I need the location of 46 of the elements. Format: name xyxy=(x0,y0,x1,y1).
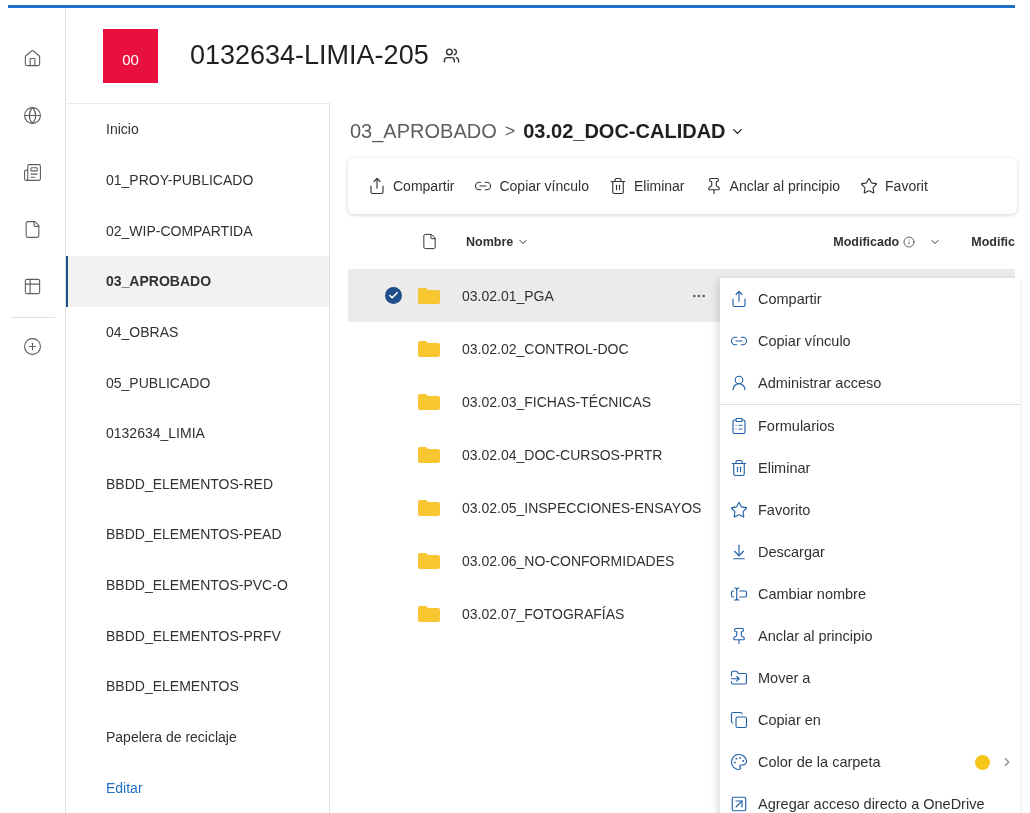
folder-name: 03.02.07_FOTOGRAFÍAS xyxy=(462,605,625,622)
toolbar-button[interactable]: Eliminar xyxy=(608,177,685,195)
toolbar-button[interactable]: Compartir xyxy=(368,177,455,195)
nav-item[interactable]: BBDD_ELEMENTOS xyxy=(66,661,329,712)
toolbar-button[interactable]: Copiar vínculo xyxy=(474,177,589,195)
folder-name: 03.02.04_DOC-CURSOS-PRTR xyxy=(462,446,663,463)
nav-item[interactable]: 03_APROBADO xyxy=(66,255,329,307)
breadcrumb-current[interactable]: 03.02_DOC-CALIDAD xyxy=(523,120,745,143)
menu-item[interactable]: Favorito xyxy=(720,489,1020,531)
nav-item[interactable]: BBDD_ELEMENTOS-PVC-O xyxy=(66,559,329,611)
nav-item[interactable]: Inicio xyxy=(66,104,329,155)
menu-item[interactable]: Mover a xyxy=(720,657,1020,699)
menu-item[interactable]: Copiar vínculo xyxy=(720,320,1020,362)
nav-item[interactable]: 02_WIP-COMPARTIDA xyxy=(66,205,329,256)
folder-name: 03.02.06_NO-CONFORMIDADES xyxy=(462,552,675,569)
folder-name: 03.02.02_CONTROL-DOC xyxy=(462,340,629,357)
toolbar-button[interactable]: Favorit xyxy=(860,177,928,195)
nav-item[interactable]: BBDD_ELEMENTOS-PEAD xyxy=(66,509,329,560)
nav-item[interactable]: BBDD_ELEMENTOS-PRFV xyxy=(66,610,329,662)
menu-item[interactable]: Copiar en xyxy=(720,699,1020,741)
breadcrumb-separator: > xyxy=(504,121,516,142)
folder-name: 03.02.05_INSPECCIONES-ENSAYOS xyxy=(462,499,702,516)
nav-item[interactable]: 0132634_LIMIA xyxy=(66,407,329,459)
menu-item[interactable]: Color de la carpeta xyxy=(720,741,1020,783)
folder-name: 03.02.03_FICHAS-TÉCNICAS xyxy=(462,393,652,410)
site-logo: 00 xyxy=(103,28,158,83)
folder-name: 03.02.01_PGA xyxy=(462,287,554,304)
menu-item[interactable]: Administrar acceso xyxy=(720,362,1020,404)
menu-item[interactable]: Anclar al principio xyxy=(720,615,1020,657)
menu-item[interactable]: Cambiar nombre xyxy=(720,573,1020,615)
nav-item[interactable]: BBDD_ELEMENTOS-RED xyxy=(66,458,329,510)
menu-item[interactable]: Descargar xyxy=(720,531,1020,573)
column-header[interactable]: Modificado xyxy=(833,234,942,249)
nav-item[interactable]: 05_PUBLICADO xyxy=(66,357,329,408)
nav-item[interactable]: Papelera de reciclaje xyxy=(66,711,329,763)
edit-link[interactable]: Editar xyxy=(66,762,329,813)
menu-item[interactable]: Eliminar xyxy=(720,447,1020,489)
column-header[interactable]: Modific xyxy=(971,234,1015,249)
nav-item[interactable]: 01_PROY-PUBLICADO xyxy=(66,154,329,206)
menu-item[interactable]: Formularios xyxy=(720,405,1020,447)
toolbar-button[interactable]: Anclar al principio xyxy=(704,177,841,195)
nav-item[interactable]: 04_OBRAS xyxy=(66,306,329,358)
site-title: 0132634-LIMIA-205 xyxy=(190,40,429,71)
breadcrumb-link[interactable]: 03_APROBADO xyxy=(350,120,497,143)
menu-item[interactable]: Agregar acceso directo a OneDrive xyxy=(720,783,1020,813)
column-header[interactable]: Nombre xyxy=(466,234,530,249)
